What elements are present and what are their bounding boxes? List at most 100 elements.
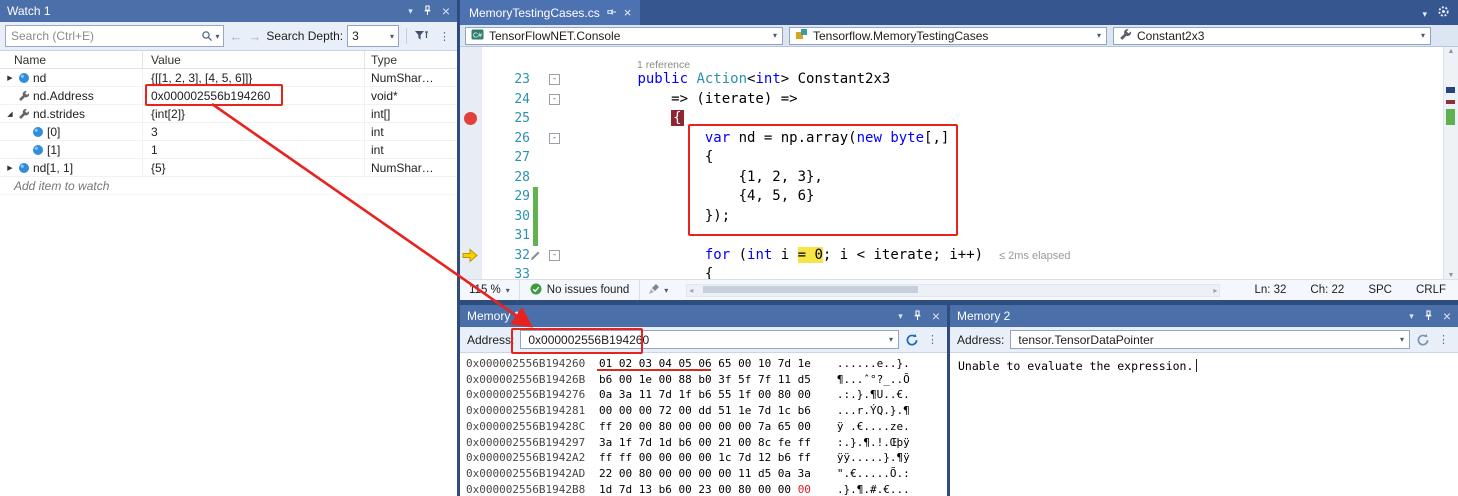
status-line-ending[interactable]: CRLF	[1416, 284, 1446, 296]
breakpoint-icon[interactable]	[464, 112, 477, 125]
breakpoint-margin[interactable]	[460, 246, 482, 266]
breakpoint-margin[interactable]	[460, 226, 482, 246]
memory2-address-combo[interactable]: ▾	[1010, 330, 1410, 349]
window-position-icon[interactable]: ▾	[898, 312, 903, 321]
watch-row[interactable]: nd.Address0x000002556b194260void*	[0, 87, 457, 105]
code-line-29[interactable]: 29 {4, 5, 6}	[460, 187, 1444, 207]
code-line-24[interactable]: 24- => (iterate) =>	[460, 90, 1444, 110]
watch-row[interactable]: [0]3int	[0, 123, 457, 141]
breakpoint-margin[interactable]	[460, 265, 482, 280]
code-line-31[interactable]: 31	[460, 226, 1444, 246]
zoom-dropdown[interactable]: 115 % ▾	[460, 280, 520, 300]
search-depth-combo[interactable]: 3 ▾	[347, 25, 399, 47]
breakpoint-margin[interactable]	[460, 168, 482, 188]
memory1-address-combo[interactable]: ▾	[520, 330, 899, 349]
tab-pin-icon[interactable]	[607, 6, 617, 20]
code-text[interactable]: {1, 2, 3},	[570, 168, 1444, 188]
perf-tip[interactable]: ≤ 2ms elapsed	[999, 250, 1070, 262]
refresh-icon[interactable]	[1416, 333, 1430, 347]
column-name[interactable]: Name	[0, 53, 142, 67]
watch-row[interactable]: ▶nd{[[1, 2, 3], [4, 5, 6]]}NumShar…	[0, 69, 457, 87]
scroll-down-icon[interactable]: ▼	[1444, 272, 1458, 279]
search-icon[interactable]: ▾	[197, 30, 223, 42]
breakpoint-margin[interactable]	[460, 187, 482, 207]
code-text[interactable]: {	[570, 265, 1444, 280]
memory1-hex-dump[interactable]: 0x000002556B19426001 02 03 04 05 06 65 0…	[460, 353, 947, 496]
watch-search-box[interactable]: ▾	[5, 25, 224, 47]
toolbar-overflow-grip[interactable]: ⋮	[437, 30, 452, 43]
filter-icon[interactable]	[414, 29, 429, 43]
code-text[interactable]: public Action<int> Constant2x3	[570, 70, 1444, 90]
code-text[interactable]: {4, 5, 6}	[570, 187, 1444, 207]
refresh-icon[interactable]	[905, 333, 919, 347]
pin-icon[interactable]	[1423, 310, 1434, 323]
scroll-up-icon[interactable]: ▲	[1444, 48, 1458, 55]
code-line-27[interactable]: 27 {	[460, 148, 1444, 168]
watch-titlebar[interactable]: Watch 1 ▾ ×	[0, 0, 457, 22]
code-text[interactable]: var nd = np.array(new byte[,]	[570, 129, 1444, 149]
memory1-address-input[interactable]	[526, 332, 889, 348]
watch-value[interactable]: {[[1, 2, 3], [4, 5, 6]]}	[142, 69, 364, 86]
code-text[interactable]: {	[570, 109, 1444, 129]
add-watch-item-row[interactable]: Add item to watch	[0, 177, 457, 195]
type-dropdown[interactable]: Tensorflow.MemoryTestingCases ▾	[789, 27, 1107, 45]
scroll-left-icon[interactable]: ◂	[689, 285, 693, 296]
fold-collapse-icon[interactable]: -	[549, 74, 560, 85]
breakpoint-margin[interactable]	[460, 70, 482, 90]
search-back-icon[interactable]: ←	[228, 29, 243, 44]
status-spaces-toggle[interactable]: SPC	[1368, 284, 1392, 296]
breakpoint-margin[interactable]	[460, 148, 482, 168]
fold-collapse-icon[interactable]: -	[549, 133, 560, 144]
code-text[interactable]: });	[570, 207, 1444, 227]
expander-closed-icon[interactable]: ▶	[4, 164, 16, 172]
fold-collapse-icon[interactable]: -	[549, 250, 560, 261]
editor-horizontal-scrollbar[interactable]: ◂ ▸	[686, 284, 1220, 297]
watch-value[interactable]: 0x000002556b194260	[142, 87, 364, 104]
close-icon[interactable]: ×	[1443, 309, 1451, 323]
member-dropdown[interactable]: Constant2x3 ▾	[1113, 27, 1431, 45]
codelens-references[interactable]: 1 reference	[637, 59, 690, 71]
breakpoint-margin[interactable]	[460, 90, 482, 110]
watch-value[interactable]: {int[2]}	[142, 105, 364, 122]
close-icon[interactable]: ×	[442, 4, 450, 18]
column-type[interactable]: Type	[364, 51, 457, 68]
code-line-33[interactable]: 33 {	[460, 265, 1444, 280]
code-text[interactable]: {	[570, 148, 1444, 168]
close-icon[interactable]: ×	[932, 309, 940, 323]
pin-icon[interactable]	[422, 5, 433, 18]
code-text[interactable]: => (iterate) =>	[570, 90, 1444, 110]
toolbar-overflow-grip[interactable]: ⋮	[1436, 333, 1451, 346]
expander-open-icon[interactable]: ◢	[4, 110, 16, 118]
tab-memorytestingcases[interactable]: MemoryTestingCases.cs ×	[460, 0, 640, 25]
watch-row[interactable]: ▶nd[1, 1]{5}NumShar…	[0, 159, 457, 177]
memory2-titlebar[interactable]: Memory 2 ▾ ×	[950, 305, 1458, 327]
project-dropdown[interactable]: C# TensorFlowNET.Console ▾	[465, 27, 783, 45]
watch-value[interactable]: 3	[142, 123, 364, 140]
search-input[interactable]	[6, 29, 197, 43]
window-position-icon[interactable]: ▾	[408, 7, 413, 16]
code-cleanup-button[interactable]: ▾	[639, 280, 676, 300]
toolbar-overflow-grip[interactable]: ⋮	[925, 333, 940, 346]
code-line-28[interactable]: 28 {1, 2, 3},	[460, 168, 1444, 188]
memory2-address-input[interactable]	[1016, 332, 1400, 348]
memory1-titlebar[interactable]: Memory 1 ▾ ×	[460, 305, 947, 327]
tab-close-icon[interactable]: ×	[624, 5, 632, 20]
search-forward-icon[interactable]: →	[247, 29, 262, 44]
code-line-30[interactable]: 30 });	[460, 207, 1444, 227]
code-line-32[interactable]: 32- for (int i = 0; i < iterate; i++)≤ 2…	[460, 246, 1444, 266]
editor-vertical-scrollbar[interactable]: ▲ ▼	[1443, 47, 1458, 280]
watch-row[interactable]: [1]1int	[0, 141, 457, 159]
breakpoint-margin[interactable]	[460, 109, 482, 129]
issues-indicator[interactable]: No issues found	[520, 283, 639, 298]
breakpoint-margin[interactable]	[460, 129, 482, 149]
scroll-right-icon[interactable]: ▸	[1213, 285, 1217, 296]
code-text[interactable]: for (int i = 0; i < iterate; i++)≤ 2ms e…	[570, 246, 1444, 266]
code-line-23[interactable]: 23- public Action<int> Constant2x3	[460, 70, 1444, 90]
code-line-26[interactable]: 26- var nd = np.array(new byte[,]	[460, 129, 1444, 149]
expander-closed-icon[interactable]: ▶	[4, 74, 16, 82]
window-list-icon[interactable]: ▾	[1422, 9, 1427, 20]
scrollbar-thumb[interactable]	[703, 286, 918, 293]
code-area[interactable]: 1 reference 23- public Action<int> Const…	[460, 47, 1444, 280]
watch-value[interactable]: {5}	[142, 159, 364, 176]
settings-gear-icon[interactable]	[1437, 5, 1450, 23]
